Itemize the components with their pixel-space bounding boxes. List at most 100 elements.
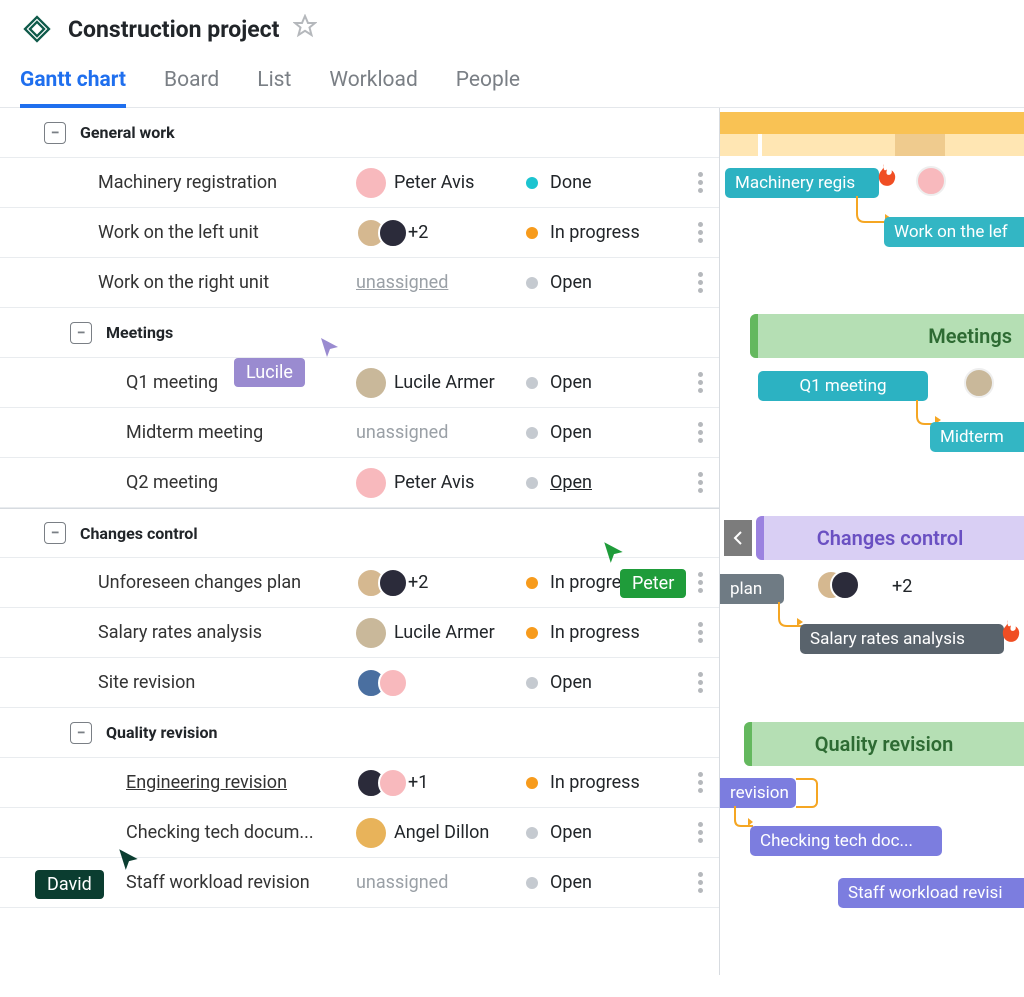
assignee-cell[interactable]: Angel Dillon (356, 818, 526, 848)
assignee-cell[interactable]: unassigned (356, 422, 526, 443)
gantt-header-subband (720, 134, 1024, 156)
task-name[interactable]: Salary rates analysis (98, 622, 356, 643)
gantt-timeline-panel[interactable]: Machinery regis Work on the lef Meetings… (720, 108, 1024, 975)
gantt-bar-q1[interactable]: Q1 meeting (758, 371, 928, 401)
avatar (356, 368, 386, 398)
assignee-cell[interactable]: Peter Avis (356, 168, 526, 198)
assignee-cell[interactable] (356, 668, 526, 698)
gantt-section-quality[interactable]: Quality revision (744, 722, 1024, 766)
assignee-cell[interactable]: Lucile Armer (356, 618, 526, 648)
collapse-icon[interactable]: − (44, 122, 66, 144)
assignee-unassigned: unassigned (356, 272, 448, 293)
more-actions-icon[interactable] (698, 772, 719, 793)
status-dot-icon (526, 677, 538, 689)
status-cell[interactable]: Done (526, 172, 696, 193)
status-cell[interactable]: Open (526, 372, 696, 393)
tab-workload[interactable]: Workload (329, 68, 417, 107)
status-label: Done (550, 172, 592, 193)
tab-board[interactable]: Board (164, 68, 219, 107)
more-actions-icon[interactable] (698, 172, 719, 193)
tab-list[interactable]: List (257, 68, 291, 107)
status-cell[interactable]: Open (526, 672, 696, 693)
more-actions-icon[interactable] (698, 672, 719, 693)
status-cell[interactable]: In progress (526, 622, 696, 643)
collapse-icon[interactable]: − (44, 522, 66, 544)
group-general-work[interactable]: − General work (0, 108, 719, 158)
task-name[interactable]: Staff workload revision (126, 872, 356, 893)
more-actions-icon[interactable] (698, 872, 719, 893)
table-row[interactable]: Q1 meeting Lucile Armer Open (0, 358, 719, 408)
avatar (356, 818, 386, 848)
group-quality-revision[interactable]: − Quality revision (0, 708, 719, 758)
status-cell[interactable]: Open (526, 472, 696, 493)
gantt-bar-machinery[interactable]: Machinery regis (725, 168, 879, 198)
table-row[interactable]: Checking tech docum... Angel Dillon Open (0, 808, 719, 858)
assignee-cell[interactable]: Lucile Armer (356, 368, 526, 398)
table-row[interactable]: Engineering revision +1 In progress (0, 758, 719, 808)
scroll-left-button[interactable] (724, 520, 752, 556)
tab-gantt-chart[interactable]: Gantt chart (20, 68, 126, 108)
status-cell[interactable]: Open (526, 872, 696, 893)
avatar (378, 568, 408, 598)
gantt-bar-salary[interactable]: Salary rates analysis (800, 624, 1004, 654)
table-row[interactable]: Q2 meeting Peter Avis Open (0, 458, 719, 508)
assignee-cell[interactable]: +1 (356, 768, 526, 798)
more-actions-icon[interactable] (698, 572, 719, 593)
more-actions-icon[interactable] (698, 472, 719, 493)
gantt-bar-work-left[interactable]: Work on the lef (884, 217, 1024, 247)
task-name[interactable]: Engineering revision (126, 772, 356, 793)
more-actions-icon[interactable] (698, 272, 719, 293)
status-cell[interactable]: Open (526, 272, 696, 293)
gantt-section-changes[interactable]: Changes control (756, 516, 1024, 560)
task-name[interactable]: Machinery registration (98, 172, 356, 193)
assignee-cell[interactable]: +2 (356, 218, 526, 248)
group-meetings[interactable]: − Meetings (0, 308, 719, 358)
assignee-cell[interactable]: unassigned (356, 872, 526, 893)
more-actions-icon[interactable] (698, 222, 719, 243)
gantt-section-meetings[interactable]: Meetings (750, 314, 1024, 358)
table-row[interactable]: Site revision Open (0, 658, 719, 708)
more-actions-icon[interactable] (698, 422, 719, 443)
more-actions-icon[interactable] (698, 622, 719, 643)
avatar-stack (816, 570, 852, 600)
gantt-bar-plan[interactable]: plan (720, 574, 784, 604)
task-name[interactable]: Unforeseen changes plan (98, 572, 356, 593)
table-row[interactable]: Work on the left unit +2 In progress (0, 208, 719, 258)
favorite-star-icon[interactable] (293, 14, 317, 44)
dependency-bracket-icon (796, 778, 818, 808)
collab-cursor-lucile (318, 335, 342, 363)
table-row[interactable]: Salary rates analysis Lucile Armer In pr… (0, 608, 719, 658)
collab-cursor-david (116, 846, 142, 876)
task-name[interactable]: Site revision (98, 672, 356, 693)
table-row[interactable]: Staff workload revision unassigned Open (0, 858, 719, 908)
collapse-icon[interactable]: − (70, 322, 92, 344)
gantt-bar-label: Work on the lef (894, 222, 1008, 242)
status-cell[interactable]: In progress (526, 222, 696, 243)
gantt-bar-label: Salary rates analysis (810, 629, 965, 649)
group-label: Meetings (106, 323, 173, 342)
gantt-bar-checking[interactable]: Checking tech doc... (750, 826, 942, 856)
task-name[interactable]: Work on the left unit (98, 222, 356, 243)
gantt-section-label: Meetings (928, 324, 1012, 348)
task-name[interactable]: Checking tech docum... (126, 822, 356, 843)
task-name[interactable]: Q2 meeting (126, 472, 356, 493)
table-row[interactable]: Work on the right unit unassigned Open (0, 258, 719, 308)
assignee-cell[interactable]: Peter Avis (356, 468, 526, 498)
table-row[interactable]: Midterm meeting unassigned Open (0, 408, 719, 458)
gantt-bar-midterm[interactable]: Midterm (930, 422, 1024, 452)
tab-people[interactable]: People (456, 68, 520, 107)
assignee-cell[interactable]: +2 (356, 568, 526, 598)
status-cell[interactable]: Open (526, 822, 696, 843)
task-name[interactable]: Work on the right unit (98, 272, 356, 293)
collapse-icon[interactable]: − (70, 722, 92, 744)
assignee-cell[interactable]: unassigned (356, 272, 526, 293)
more-actions-icon[interactable] (698, 372, 719, 393)
table-row[interactable]: Machinery registration Peter Avis Done (0, 158, 719, 208)
task-name[interactable]: Midterm meeting (126, 422, 356, 443)
gantt-bar-staff[interactable]: Staff workload revisi (838, 878, 1024, 908)
status-cell[interactable]: Open (526, 422, 696, 443)
gantt-bar-revision[interactable]: revision (720, 778, 796, 808)
app-logo-icon (20, 12, 54, 46)
status-cell[interactable]: In progress (526, 772, 696, 793)
more-actions-icon[interactable] (698, 822, 719, 843)
